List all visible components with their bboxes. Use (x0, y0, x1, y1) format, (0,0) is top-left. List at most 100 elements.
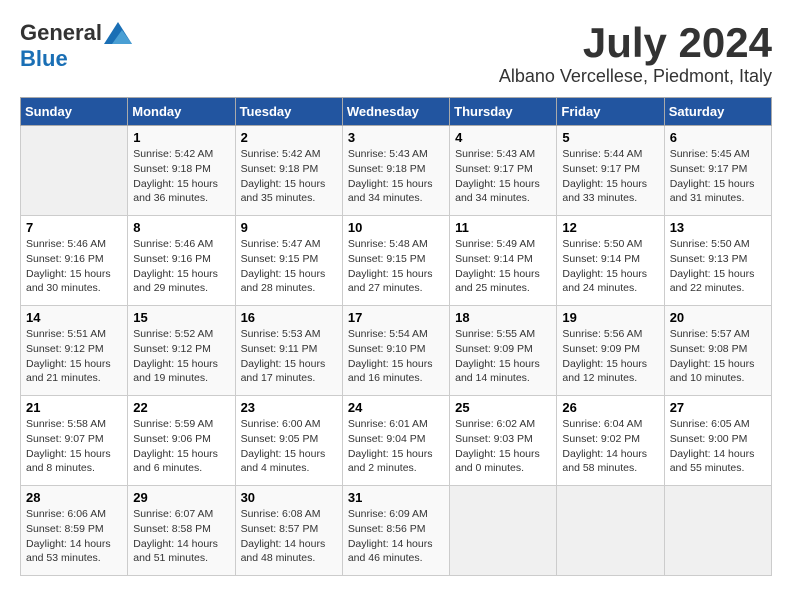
day-number: 5 (562, 130, 658, 145)
calendar-cell: 20 Sunrise: 5:57 AM Sunset: 9:08 PM Dayli… (664, 306, 771, 396)
cell-info: Sunrise: 6:08 AM Sunset: 8:57 PM Dayligh… (241, 507, 337, 566)
calendar-week-row: 28 Sunrise: 6:06 AM Sunset: 8:59 PM Dayli… (21, 486, 772, 576)
calendar-cell (557, 486, 664, 576)
calendar-header-saturday: Saturday (664, 98, 771, 126)
calendar-cell (664, 486, 771, 576)
day-number: 3 (348, 130, 444, 145)
day-number: 18 (455, 310, 551, 325)
day-number: 11 (455, 220, 551, 235)
calendar-cell: 24 Sunrise: 6:01 AM Sunset: 9:04 PM Dayli… (342, 396, 449, 486)
calendar-cell: 8 Sunrise: 5:46 AM Sunset: 9:16 PM Daylig… (128, 216, 235, 306)
header: General Blue July 2024 Albano Vercellese… (20, 20, 772, 87)
day-number: 22 (133, 400, 229, 415)
calendar-cell: 30 Sunrise: 6:08 AM Sunset: 8:57 PM Dayli… (235, 486, 342, 576)
day-number: 2 (241, 130, 337, 145)
cell-info: Sunrise: 5:55 AM Sunset: 9:09 PM Dayligh… (455, 327, 551, 386)
calendar-cell (21, 126, 128, 216)
calendar-cell: 6 Sunrise: 5:45 AM Sunset: 9:17 PM Daylig… (664, 126, 771, 216)
day-number: 1 (133, 130, 229, 145)
cell-info: Sunrise: 6:01 AM Sunset: 9:04 PM Dayligh… (348, 417, 444, 476)
calendar-header-wednesday: Wednesday (342, 98, 449, 126)
cell-info: Sunrise: 5:46 AM Sunset: 9:16 PM Dayligh… (26, 237, 122, 296)
cell-info: Sunrise: 6:00 AM Sunset: 9:05 PM Dayligh… (241, 417, 337, 476)
day-number: 24 (348, 400, 444, 415)
calendar-header-sunday: Sunday (21, 98, 128, 126)
calendar-cell: 18 Sunrise: 5:55 AM Sunset: 9:09 PM Dayli… (450, 306, 557, 396)
cell-info: Sunrise: 5:58 AM Sunset: 9:07 PM Dayligh… (26, 417, 122, 476)
calendar-header-row: SundayMondayTuesdayWednesdayThursdayFrid… (21, 98, 772, 126)
day-number: 25 (455, 400, 551, 415)
cell-info: Sunrise: 5:46 AM Sunset: 9:16 PM Dayligh… (133, 237, 229, 296)
location-title: Albano Vercellese, Piedmont, Italy (499, 66, 772, 87)
calendar-cell: 15 Sunrise: 5:52 AM Sunset: 9:12 PM Dayli… (128, 306, 235, 396)
logo-icon (104, 22, 132, 44)
calendar-header-monday: Monday (128, 98, 235, 126)
day-number: 6 (670, 130, 766, 145)
calendar-cell: 27Sunrise: 6:05 AM Sunset: 9:00 PM Dayli… (664, 396, 771, 486)
cell-info: Sunrise: 5:42 AM Sunset: 9:18 PM Dayligh… (133, 147, 229, 206)
calendar-cell: 21Sunrise: 5:58 AM Sunset: 9:07 PM Dayli… (21, 396, 128, 486)
cell-info: Sunrise: 6:04 AM Sunset: 9:02 PM Dayligh… (562, 417, 658, 476)
calendar-cell: 4Sunrise: 5:43 AM Sunset: 9:17 PM Daylig… (450, 126, 557, 216)
calendar-week-row: 14 Sunrise: 5:51 AM Sunset: 9:12 PM Dayli… (21, 306, 772, 396)
cell-info: Sunrise: 5:43 AM Sunset: 9:17 PM Dayligh… (455, 147, 551, 206)
day-number: 20 (670, 310, 766, 325)
calendar-cell: 23 Sunrise: 6:00 AM Sunset: 9:05 PM Dayli… (235, 396, 342, 486)
cell-info: Sunrise: 5:50 AM Sunset: 9:14 PM Dayligh… (562, 237, 658, 296)
calendar-header-friday: Friday (557, 98, 664, 126)
cell-info: Sunrise: 5:57 AM Sunset: 9:08 PM Dayligh… (670, 327, 766, 386)
calendar-cell: 5 Sunrise: 5:44 AM Sunset: 9:17 PM Daylig… (557, 126, 664, 216)
day-number: 8 (133, 220, 229, 235)
logo: General Blue (20, 20, 132, 72)
day-number: 27 (670, 400, 766, 415)
day-number: 28 (26, 490, 122, 505)
day-number: 13 (670, 220, 766, 235)
calendar-cell: 3Sunrise: 5:43 AM Sunset: 9:18 PM Daylig… (342, 126, 449, 216)
calendar-cell: 22 Sunrise: 5:59 AM Sunset: 9:06 PM Dayli… (128, 396, 235, 486)
calendar-cell: 28 Sunrise: 6:06 AM Sunset: 8:59 PM Dayli… (21, 486, 128, 576)
cell-info: Sunrise: 5:42 AM Sunset: 9:18 PM Dayligh… (241, 147, 337, 206)
day-number: 10 (348, 220, 444, 235)
calendar-week-row: 7 Sunrise: 5:46 AM Sunset: 9:16 PM Daylig… (21, 216, 772, 306)
calendar-cell: 14 Sunrise: 5:51 AM Sunset: 9:12 PM Dayli… (21, 306, 128, 396)
day-number: 29 (133, 490, 229, 505)
logo-general-text: General (20, 20, 102, 46)
month-year-title: July 2024 (499, 20, 772, 66)
calendar-cell: 19 Sunrise: 5:56 AM Sunset: 9:09 PM Dayli… (557, 306, 664, 396)
day-number: 9 (241, 220, 337, 235)
calendar-cell: 1 Sunrise: 5:42 AM Sunset: 9:18 PM Daylig… (128, 126, 235, 216)
logo-blue-text: Blue (20, 46, 68, 71)
calendar-cell: 26 Sunrise: 6:04 AM Sunset: 9:02 PM Dayli… (557, 396, 664, 486)
day-number: 7 (26, 220, 122, 235)
cell-info: Sunrise: 5:45 AM Sunset: 9:17 PM Dayligh… (670, 147, 766, 206)
calendar-table: SundayMondayTuesdayWednesdayThursdayFrid… (20, 97, 772, 576)
day-number: 23 (241, 400, 337, 415)
calendar-cell: 25 Sunrise: 6:02 AM Sunset: 9:03 PM Dayli… (450, 396, 557, 486)
cell-info: Sunrise: 5:56 AM Sunset: 9:09 PM Dayligh… (562, 327, 658, 386)
calendar-cell (450, 486, 557, 576)
cell-info: Sunrise: 5:52 AM Sunset: 9:12 PM Dayligh… (133, 327, 229, 386)
cell-info: Sunrise: 6:06 AM Sunset: 8:59 PM Dayligh… (26, 507, 122, 566)
calendar-cell: 29Sunrise: 6:07 AM Sunset: 8:58 PM Dayli… (128, 486, 235, 576)
cell-info: Sunrise: 6:09 AM Sunset: 8:56 PM Dayligh… (348, 507, 444, 566)
day-number: 15 (133, 310, 229, 325)
title-area: July 2024 Albano Vercellese, Piedmont, I… (499, 20, 772, 87)
day-number: 26 (562, 400, 658, 415)
calendar-week-row: 1 Sunrise: 5:42 AM Sunset: 9:18 PM Daylig… (21, 126, 772, 216)
day-number: 30 (241, 490, 337, 505)
calendar-cell: 17Sunrise: 5:54 AM Sunset: 9:10 PM Dayli… (342, 306, 449, 396)
day-number: 14 (26, 310, 122, 325)
cell-info: Sunrise: 5:44 AM Sunset: 9:17 PM Dayligh… (562, 147, 658, 206)
cell-info: Sunrise: 5:59 AM Sunset: 9:06 PM Dayligh… (133, 417, 229, 476)
calendar-header-thursday: Thursday (450, 98, 557, 126)
calendar-cell: 11 Sunrise: 5:49 AM Sunset: 9:14 PM Dayli… (450, 216, 557, 306)
cell-info: Sunrise: 5:53 AM Sunset: 9:11 PM Dayligh… (241, 327, 337, 386)
cell-info: Sunrise: 5:51 AM Sunset: 9:12 PM Dayligh… (26, 327, 122, 386)
cell-info: Sunrise: 5:54 AM Sunset: 9:10 PM Dayligh… (348, 327, 444, 386)
cell-info: Sunrise: 5:49 AM Sunset: 9:14 PM Dayligh… (455, 237, 551, 296)
calendar-cell: 9Sunrise: 5:47 AM Sunset: 9:15 PM Daylig… (235, 216, 342, 306)
cell-info: Sunrise: 6:02 AM Sunset: 9:03 PM Dayligh… (455, 417, 551, 476)
calendar-cell: 16Sunrise: 5:53 AM Sunset: 9:11 PM Dayli… (235, 306, 342, 396)
day-number: 19 (562, 310, 658, 325)
calendar-cell: 13Sunrise: 5:50 AM Sunset: 9:13 PM Dayli… (664, 216, 771, 306)
